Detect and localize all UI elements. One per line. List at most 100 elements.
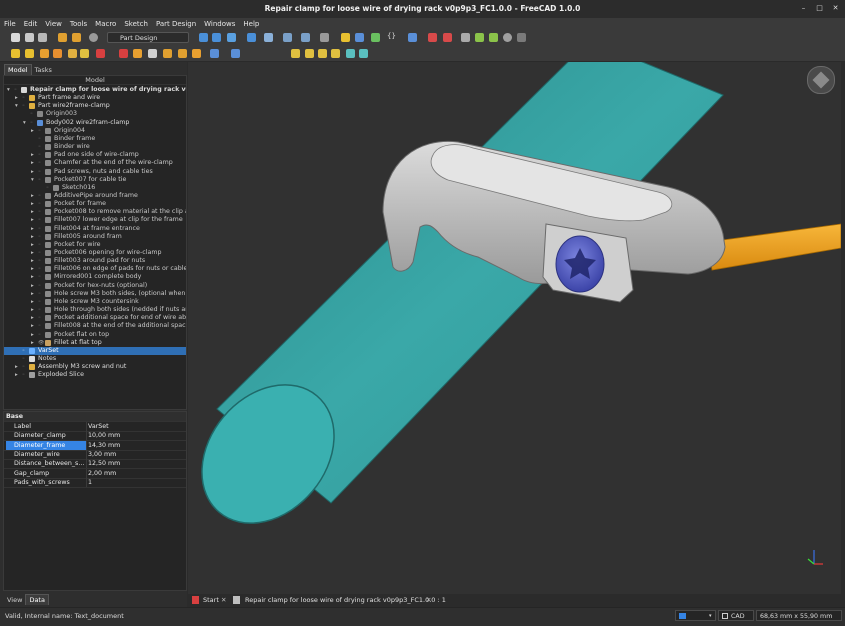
tree-expander-icon[interactable]: ▸ (31, 273, 34, 281)
tree-item[interactable]: ▸ ◦ Assembly M3 screw and nut (4, 363, 186, 371)
tree-expander-icon[interactable]: ▸ (31, 322, 34, 330)
visibility-icon[interactable]: ◦ (38, 216, 41, 224)
visibility-icon[interactable]: ◦ (14, 86, 17, 94)
visibility-icon[interactable]: ◦ (38, 208, 41, 216)
tree-item[interactable]: ▸ ◦ Fillet008 at the end of the additional… (4, 322, 186, 330)
tree-expander-icon[interactable]: ▸ (31, 216, 34, 224)
property-value[interactable]: 14,30 mm (88, 441, 120, 450)
tree-item[interactable]: ▸ ◦ AdditivePipe around frame (4, 192, 186, 200)
tree-expander-icon[interactable]: ▸ (31, 241, 34, 249)
tree-item[interactable]: ▸ ◦ Pad screws, nuts and cable ties (4, 168, 186, 176)
visibility-icon[interactable]: ◦ (38, 273, 41, 281)
tab-tasks[interactable]: Tasks (32, 65, 55, 75)
menu-view[interactable]: View (41, 18, 66, 30)
pad-icon[interactable] (133, 49, 142, 58)
tree-item[interactable]: ▸ ◦ Pocket for frame (4, 200, 186, 208)
tree-item[interactable]: ▸ ◦ Hole screw M3 both sides, (optional wh… (4, 290, 186, 298)
sub-shape-binder-icon[interactable] (40, 49, 49, 58)
wire[interactable] (707, 223, 841, 271)
loft-icon[interactable] (163, 49, 172, 58)
whats-this-icon[interactable] (408, 33, 417, 42)
visibility-icon[interactable]: ◦ (38, 314, 41, 322)
visibility-icon[interactable]: 👁 (38, 339, 44, 347)
tree-item[interactable]: ◦ VarSet (4, 346, 186, 355)
tree-expander-icon[interactable]: ▸ (31, 151, 34, 159)
undo-icon[interactable] (58, 33, 67, 42)
visibility-icon[interactable]: ◦ (38, 168, 41, 176)
tree-item[interactable]: ◦ Binder frame (4, 135, 186, 143)
mirrored-icon[interactable] (346, 49, 355, 58)
menu-edit[interactable]: Edit (20, 18, 42, 30)
tab-view[interactable]: View (4, 595, 25, 605)
tree-item[interactable]: ▸ ◦ Pocket008 to remove material at the cl… (4, 208, 186, 216)
visibility-icon[interactable]: ◦ (38, 225, 41, 233)
tree-item[interactable]: ▸ ◦ Fillet004 at frame entrance (4, 225, 186, 233)
tree-item[interactable]: ▸ ◦ Fillet006 on edge of pads for nuts or … (4, 265, 186, 273)
tree-expander-icon[interactable]: ▸ (31, 339, 34, 347)
view-top-icon[interactable] (301, 33, 310, 42)
property-row[interactable]: Pads_with_screws 1 (4, 477, 186, 488)
tree-expander-icon[interactable]: ▸ (31, 168, 34, 176)
tree-expander-icon[interactable]: ▾ (15, 102, 18, 110)
tree-item[interactable]: ▸ ◦ Chamfer at the end of the wire-clamp (4, 159, 186, 167)
macro-edit-icon[interactable] (461, 33, 470, 42)
fit-selection-icon[interactable] (212, 33, 221, 42)
tree-expander-icon[interactable]: ▸ (31, 306, 34, 314)
visibility-icon[interactable]: ◦ (22, 347, 25, 355)
datum-line-icon[interactable] (80, 49, 89, 58)
tree-expander-icon[interactable]: ▸ (31, 159, 34, 167)
visibility-icon[interactable]: ◦ (38, 233, 41, 241)
menu-windows[interactable]: Windows (200, 18, 239, 30)
visibility-icon[interactable]: ◦ (38, 298, 41, 306)
property-value[interactable]: 1 (88, 478, 92, 487)
open-document-icon[interactable] (25, 33, 34, 42)
nav-cube-face-icon[interactable] (812, 71, 830, 89)
tree-item[interactable]: ▸ ◦ Pad one side of wire-clamp (4, 151, 186, 159)
menu-tools[interactable]: Tools (66, 18, 91, 30)
tree-expander-icon[interactable]: ▸ (31, 249, 34, 257)
visibility-icon[interactable]: ◦ (22, 94, 25, 102)
view-isometric-icon[interactable] (264, 33, 273, 42)
tree-expander-icon[interactable]: ▸ (31, 208, 34, 216)
tab-start[interactable]: Start (203, 595, 219, 605)
tree-item[interactable]: ▸ ◦ Pocket006 opening for wire-clamp (4, 249, 186, 257)
tree-item[interactable]: ▸ ◦ Pocket additional space for end of wir… (4, 314, 186, 322)
fit-all-icon[interactable] (199, 33, 208, 42)
menu-macro[interactable]: Macro (91, 18, 120, 30)
clone-icon[interactable] (53, 49, 62, 58)
minimize-button[interactable]: – (798, 3, 809, 14)
visibility-icon[interactable]: ◦ (22, 355, 25, 363)
macro-run-icon[interactable] (475, 33, 484, 42)
visibility-icon[interactable]: ◦ (38, 306, 41, 314)
workbench-selector[interactable]: Part Design (107, 32, 189, 43)
tree-expander-icon[interactable]: ▸ (31, 200, 34, 208)
tree-expander-icon[interactable]: ▾ (31, 176, 34, 184)
tree-item[interactable]: ▾ ◦ Repair clamp for loose wire of drying … (4, 86, 186, 94)
linear-pattern-icon[interactable] (359, 49, 368, 58)
extra-tool-icon[interactable] (517, 33, 526, 42)
property-value[interactable]: 10,00 mm (88, 431, 120, 440)
create-body-icon[interactable] (11, 49, 20, 58)
maximize-button[interactable]: □ (814, 3, 825, 14)
tree-expander-icon[interactable]: ▸ (15, 363, 18, 371)
tree-item[interactable]: ▸ 👁 Fillet at flat top (4, 339, 186, 347)
bounding-box-icon[interactable] (247, 33, 256, 42)
tree-item[interactable]: ▸ ◦ Fillet007 lower edge at clip for the f… (4, 216, 186, 224)
macro-record-icon[interactable] (428, 33, 437, 42)
visibility-icon[interactable]: ◦ (30, 119, 33, 127)
tree-item[interactable]: ◦ Notes (4, 355, 186, 363)
datum-point-icon[interactable] (96, 49, 105, 58)
visibility-icon[interactable]: ◦ (38, 322, 41, 330)
thickness-icon[interactable] (331, 49, 340, 58)
tree-item[interactable]: ▸ ◦ Hole through both sides (nedded if nut… (4, 306, 186, 314)
notification-area[interactable]: ▾ (675, 610, 716, 621)
macro-stop-icon[interactable] (443, 33, 452, 42)
visibility-icon[interactable]: ◦ (38, 282, 41, 290)
view-front-icon[interactable] (283, 33, 292, 42)
close-button[interactable]: ✕ (830, 3, 841, 14)
link-icon[interactable] (371, 33, 380, 42)
close-start-tab-icon[interactable]: ✕ (221, 595, 226, 605)
visibility-icon[interactable]: ◦ (38, 331, 41, 339)
tree-expander-icon[interactable]: ▾ (23, 119, 26, 127)
helix-icon[interactable] (192, 49, 201, 58)
